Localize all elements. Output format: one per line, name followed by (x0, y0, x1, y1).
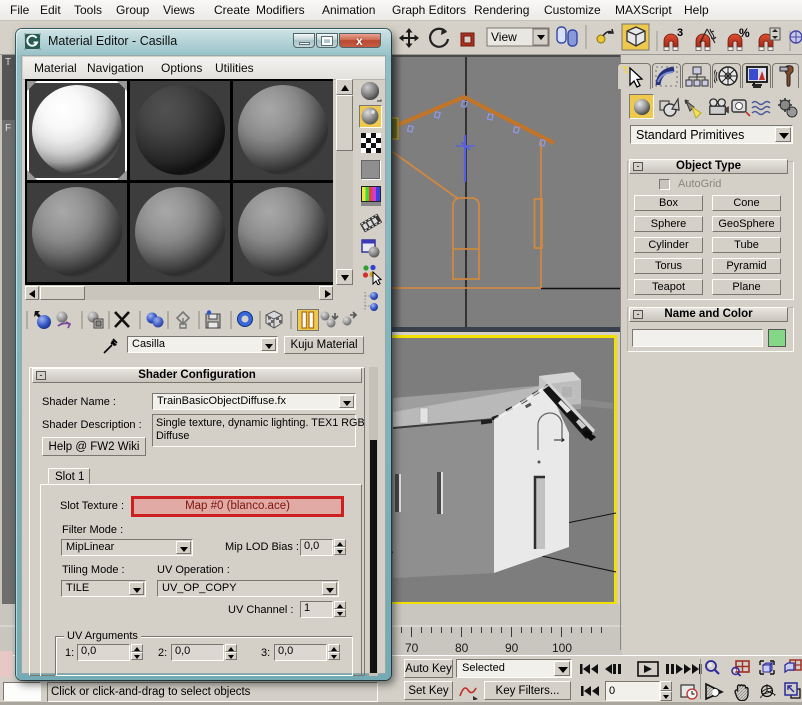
svg-text:70: 70 (405, 641, 419, 655)
svg-text:%: % (739, 26, 750, 40)
svg-text:100: 100 (552, 641, 572, 655)
svg-text:80: 80 (455, 641, 469, 655)
svg-text:90: 90 (505, 641, 519, 655)
svg-text:View: View (491, 30, 517, 44)
svg-text:3: 3 (677, 27, 683, 39)
